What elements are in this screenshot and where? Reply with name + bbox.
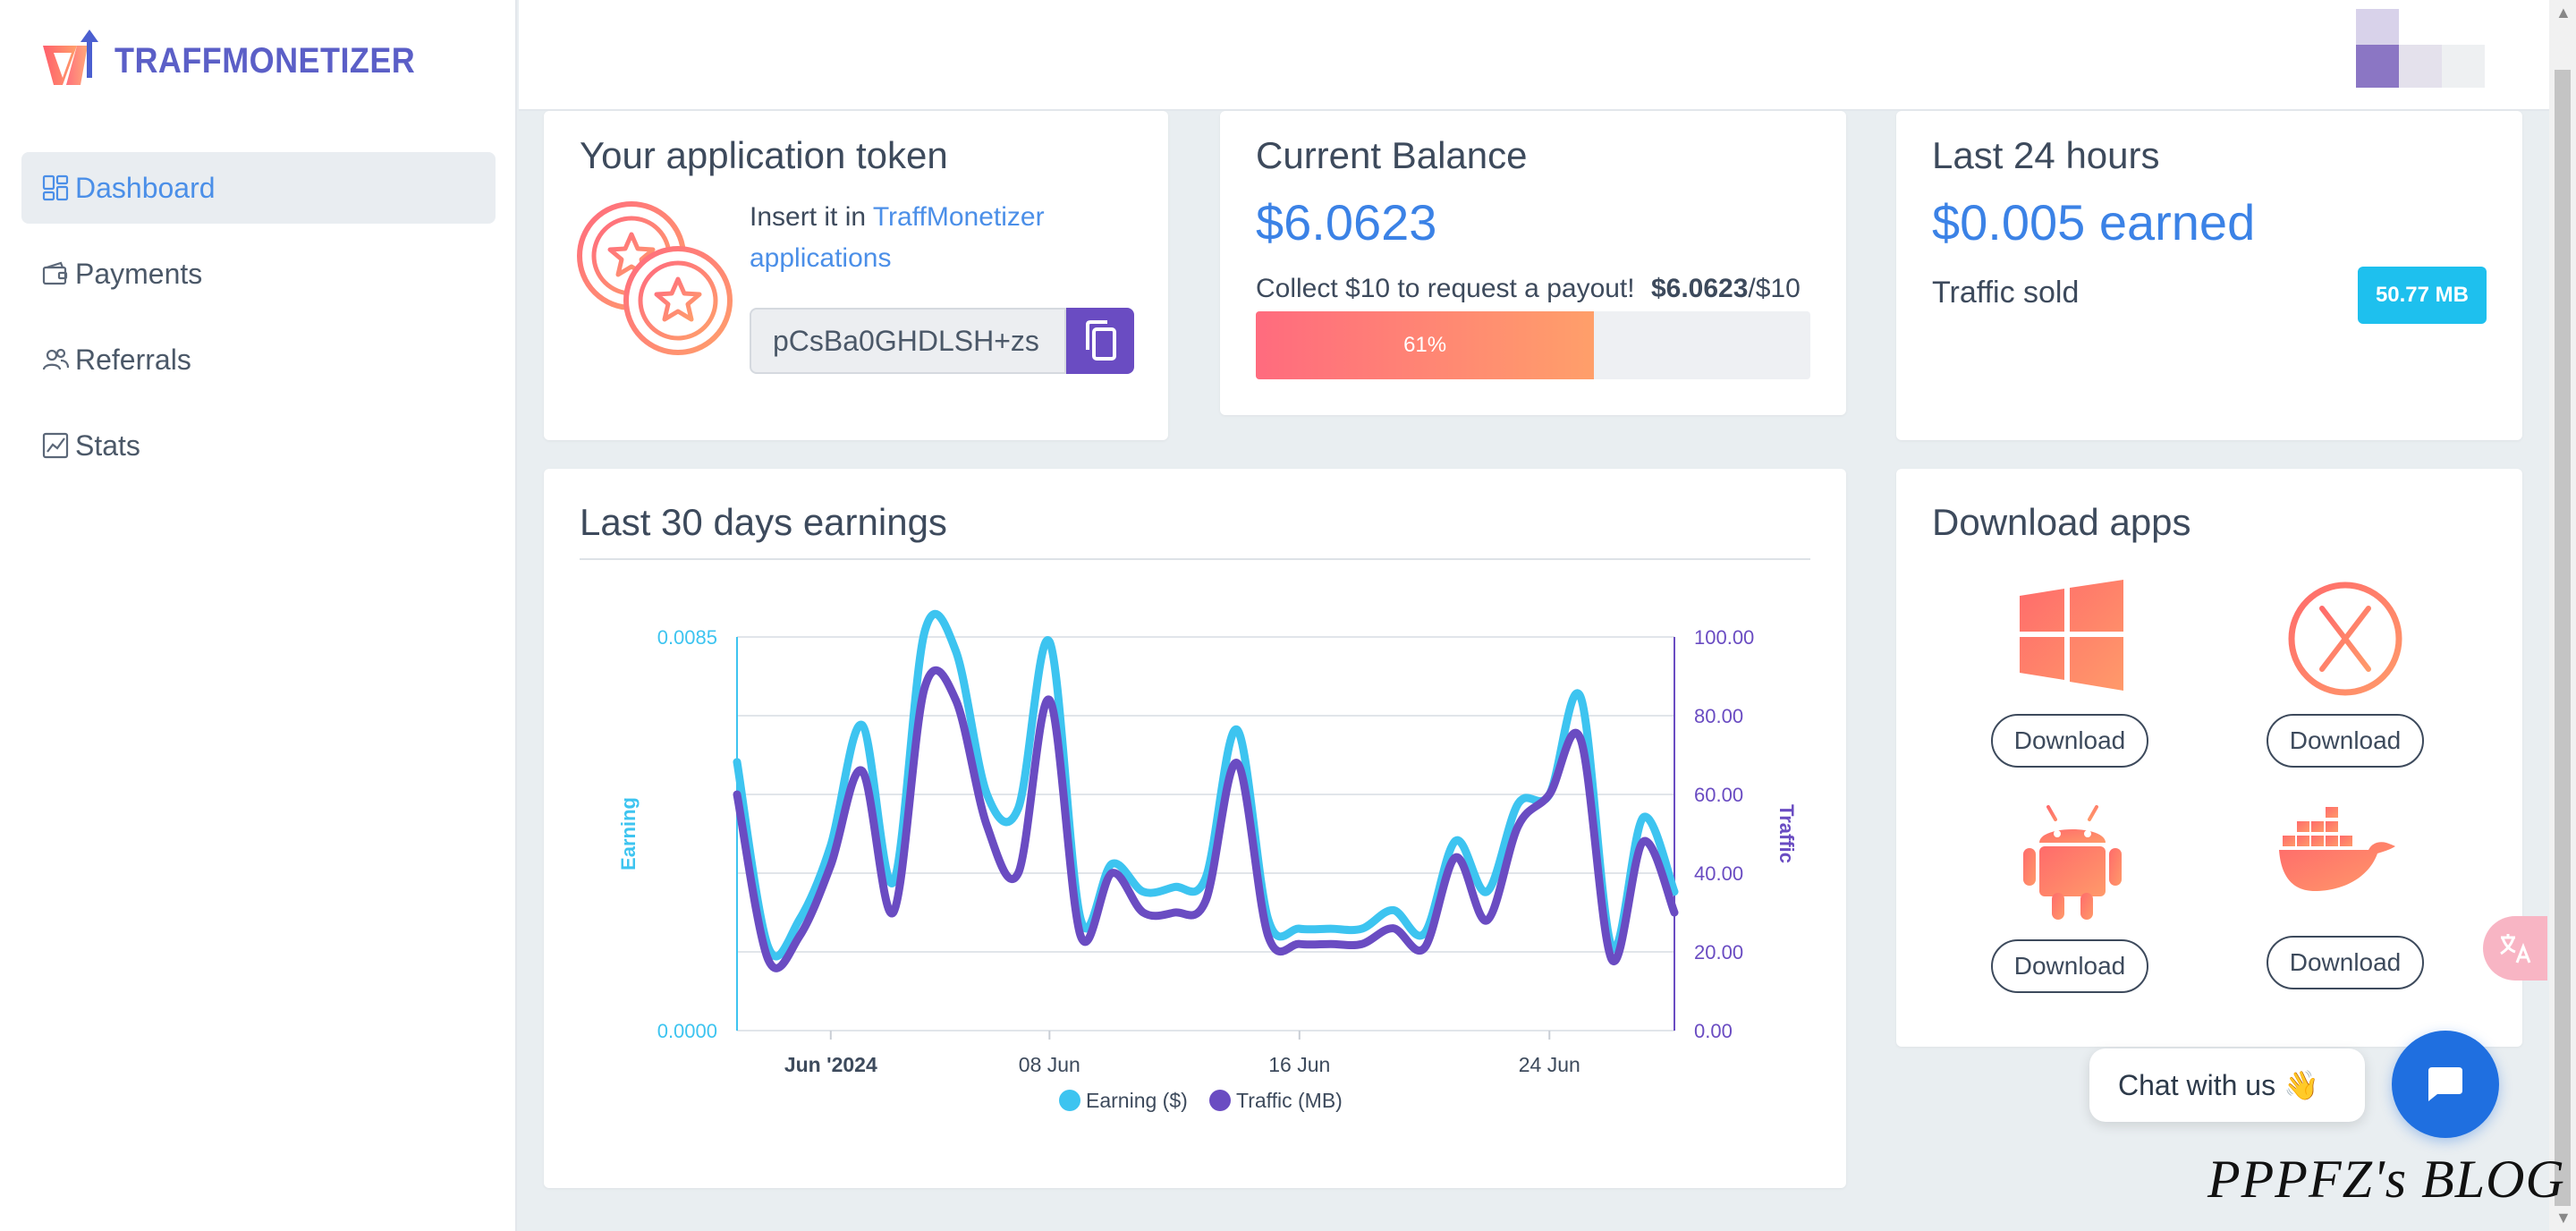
translate-icon: [2500, 934, 2531, 964]
sidebar-item-label: Referrals: [75, 343, 191, 376]
y-right-tick-label: 60.00: [1694, 784, 1743, 806]
payout-target: /$10: [1748, 274, 1801, 303]
balance-card: Current Balance $6.0623 Collect $10 to r…: [1220, 111, 1846, 415]
payout-progress-fill: 61%: [1256, 311, 1595, 379]
copy-token-button[interactable]: [1066, 308, 1134, 374]
balance-amount: $6.0623: [1256, 194, 1437, 250]
y-left-axis-title: Earning: [617, 797, 640, 870]
coins-icon: [577, 201, 733, 355]
sidebar-nav: Dashboard Payments Referrals Stats: [21, 152, 496, 496]
sidebar-item-label: Dashboard: [75, 171, 216, 204]
y-left-tick-label: 0.0000: [657, 1020, 717, 1042]
token-instructions-prefix: Insert it in: [750, 202, 873, 232]
token-card-title: Your application token: [580, 134, 948, 176]
y-right-tick-label: 0.00: [1694, 1020, 1733, 1042]
y-right-axis-title: Traffic: [1775, 804, 1798, 863]
token-instructions: Insert it in TraffMonetizer applications: [750, 197, 1125, 279]
sidebar-item-label: Payments: [75, 257, 203, 290]
last-24-hours-card: Last 24 hours $0.005 earned Traffic sold…: [1896, 111, 2522, 440]
traffic-sold-label: Traffic sold: [1932, 276, 2080, 310]
earnings-chart: 100.00 80.00 60.00 40.00 20.00 0.00 0.0085 0.00…: [617, 609, 1798, 1112]
sidebar-item-payments[interactable]: Payments: [21, 238, 496, 310]
earned-amount: $0.005 earned: [1932, 194, 2256, 250]
chat-icon: [2428, 1067, 2462, 1101]
chat-with-us-bubble[interactable]: Chat with us 👋: [2089, 1048, 2365, 1122]
avatar[interactable]: [2356, 9, 2504, 89]
x-tick-label: 08 Jun: [1019, 1053, 1080, 1076]
y-right-tick-label: 100.00: [1694, 626, 1754, 649]
balance-card-title: Current Balance: [1256, 134, 1528, 176]
wallet-icon: [41, 259, 70, 288]
last-24-hours-title: Last 24 hours: [1932, 134, 2160, 176]
windows-icon: [2020, 580, 2123, 691]
chart-icon: [41, 431, 70, 460]
page-scrollbar[interactable]: ▲ ▼: [2549, 0, 2576, 1231]
docker-icon: [2279, 807, 2395, 891]
download-android-button[interactable]: Download: [1991, 939, 2148, 993]
brand-logo[interactable]: TRAFFMONETIZER: [41, 25, 449, 97]
scrollbar-thumb[interactable]: [2555, 70, 2571, 1206]
blog-watermark: PPPFZ's BLOG: [2207, 1150, 2565, 1209]
sidebar-item-label: Stats: [75, 429, 140, 462]
legend-traffic-label: Traffic (MB): [1236, 1089, 1343, 1112]
x-tick-label: Jun '2024: [784, 1053, 877, 1076]
payout-text: Collect $10 to request a payout! $6.0623…: [1256, 274, 1801, 304]
download-macos-button[interactable]: Download: [2267, 714, 2424, 768]
macos-icon: [2288, 582, 2402, 696]
payout-progress-bar: 61%: [1256, 311, 1810, 379]
y-right-tick-label: 40.00: [1694, 862, 1743, 885]
payout-current: $6.0623: [1650, 274, 1749, 303]
sidebar-item-dashboard[interactable]: Dashboard: [21, 152, 496, 224]
legend-earning-label: Earning ($): [1086, 1089, 1188, 1112]
y-right-tick-label: 20.00: [1694, 941, 1743, 964]
x-tick-label: 24 Jun: [1519, 1053, 1580, 1076]
copy-icon: [1086, 320, 1116, 361]
y-left-tick-label: 0.0085: [657, 626, 717, 649]
download-docker-button[interactable]: Download: [2267, 936, 2424, 989]
android-icon: [2023, 805, 2122, 920]
token-field[interactable]: pCsBa0GHDLSH+zs: [750, 308, 1066, 374]
sidebar-item-referrals[interactable]: Referrals: [21, 324, 496, 395]
sidebar: TRAFFMONETIZER Dashboard Payments Referr…: [0, 0, 517, 1231]
download-apps-title: Download apps: [1932, 501, 2191, 543]
top-bar: [519, 0, 2549, 111]
chat-launcher-button[interactable]: [2392, 1031, 2499, 1138]
download-apps-card: Download apps Download Download Download…: [1896, 469, 2522, 1047]
users-icon: [41, 345, 70, 374]
scroll-up-arrow-icon[interactable]: ▲: [2555, 4, 2572, 22]
earnings-chart-card: Last 30 days earnings 100.00 80.00 60.00 40…: [544, 469, 1846, 1188]
payout-message: Collect $10 to request a payout!: [1256, 274, 1635, 303]
translate-button[interactable]: [2483, 916, 2547, 981]
sidebar-item-stats[interactable]: Stats: [21, 410, 496, 481]
x-tick-label: 16 Jun: [1268, 1053, 1330, 1076]
logo-mark-icon: [43, 30, 98, 85]
legend-traffic-marker: [1209, 1090, 1231, 1111]
download-windows-button[interactable]: Download: [1991, 714, 2148, 768]
token-card: Your application token Insert it in Traf…: [544, 111, 1168, 440]
legend-earning-marker: [1059, 1090, 1080, 1111]
y-right-tick-label: 80.00: [1694, 705, 1743, 727]
dashboard-icon: [41, 174, 70, 202]
scroll-down-arrow-icon[interactable]: ▼: [2555, 1209, 2572, 1227]
traffic-sold-badge: 50.77 MB: [2357, 267, 2487, 324]
brand-name: TRAFFMONETIZER: [114, 40, 416, 81]
